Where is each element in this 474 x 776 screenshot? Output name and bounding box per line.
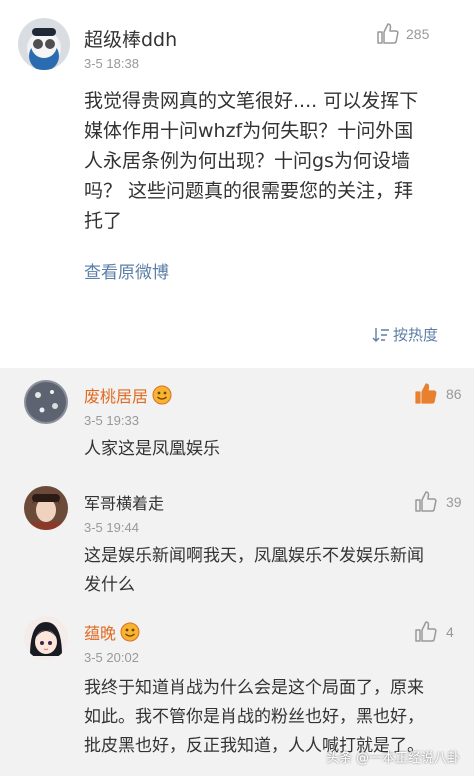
comment-username[interactable]: 废桃居居: [84, 383, 172, 407]
like-count: 4: [446, 624, 454, 640]
content-line: 我终于知道肖战为什么会是这个局面了，原来: [84, 678, 424, 698]
main-post: 超级棒ddh 3-5 18:38 285 我觉得贵网真的文笔很好.... 可以发…: [0, 0, 474, 368]
thumbs-up-icon: [415, 621, 437, 642]
avatar[interactable]: [24, 486, 68, 530]
emoji-badge-icon: [152, 385, 172, 405]
thumbs-up-icon: [377, 23, 399, 44]
thumbs-up-icon: [415, 491, 437, 512]
content-line: 发什么: [84, 575, 135, 595]
comment-item: 废桃居居 3-5 19:33 86 人家这是凤凰娱乐: [0, 368, 474, 486]
content-line: 吗？ 这些问题真的很需要您的关注，拜: [84, 180, 414, 202]
comment-username[interactable]: 军哥横着走: [84, 490, 164, 514]
watermark: 头条 @一本正经说八卦: [326, 747, 464, 766]
sort-label: 按热度: [393, 326, 439, 344]
comment-content: 人家这是凤凰娱乐: [84, 435, 464, 464]
like-button[interactable]: 285: [376, 22, 429, 46]
watermark-brand: 头条: [325, 751, 352, 766]
content-line: 这是娱乐新闻啊我天，凤凰娱乐不发娱乐新闻: [84, 546, 424, 566]
content-line: 人家这是凤凰娱乐: [84, 439, 220, 459]
username-text: 蕴晚: [84, 624, 117, 643]
content-line: 我觉得贵网真的文笔很好.... 可以发挥下: [84, 90, 419, 112]
thumbs-up-filled-icon: [415, 383, 437, 404]
like-count: 39: [446, 494, 462, 510]
timestamp: 3-5 20:02: [84, 650, 139, 665]
sort-button[interactable]: 按热度: [372, 324, 438, 345]
watermark-author: @一本正经说八卦: [355, 751, 460, 766]
post-content: 我觉得贵网真的文笔很好.... 可以发挥下 媒体作用十问whzf为何失职？十问外…: [84, 86, 460, 236]
content-line: 托了: [84, 210, 123, 232]
content-line: 媒体作用十问whzf为何失职？十问外国: [84, 120, 414, 142]
avatar[interactable]: [24, 380, 68, 424]
emoji-badge-icon: [120, 622, 140, 642]
username-text: 废桃居居: [84, 387, 149, 406]
sort-icon: [372, 327, 389, 342]
like-count: 86: [446, 386, 462, 402]
view-original-link[interactable]: 查看原微博: [84, 258, 169, 283]
comment-username[interactable]: 蕴晚: [84, 620, 140, 644]
like-button[interactable]: 4: [414, 620, 454, 644]
avatar[interactable]: [24, 616, 68, 660]
avatar[interactable]: [18, 18, 70, 70]
comment-content: 这是娱乐新闻啊我天，凤凰娱乐不发娱乐新闻 发什么: [84, 542, 464, 600]
timestamp: 3-5 18:38: [84, 56, 139, 71]
like-count: 285: [406, 26, 430, 42]
comment-item: 军哥横着走 3-5 19:44 39 这是娱乐新闻啊我天，凤凰娱乐不发娱乐新闻 …: [0, 486, 474, 616]
comment-list: 废桃居居 3-5 19:33 86 人家这是凤凰娱乐 军哥横着走 3-5 19:…: [0, 368, 474, 776]
timestamp: 3-5 19:44: [84, 520, 139, 535]
timestamp: 3-5 19:33: [84, 413, 139, 428]
content-line: 如此。我不管你是肖战的粉丝也好，黑也好，: [84, 707, 424, 727]
like-button[interactable]: 39: [414, 490, 462, 514]
like-button[interactable]: 86: [414, 382, 462, 406]
content-line: 人永居条例为何出现？十问gs为何设墙: [84, 150, 410, 172]
username[interactable]: 超级棒ddh: [84, 25, 177, 52]
username-text: 军哥横着走: [84, 494, 165, 513]
